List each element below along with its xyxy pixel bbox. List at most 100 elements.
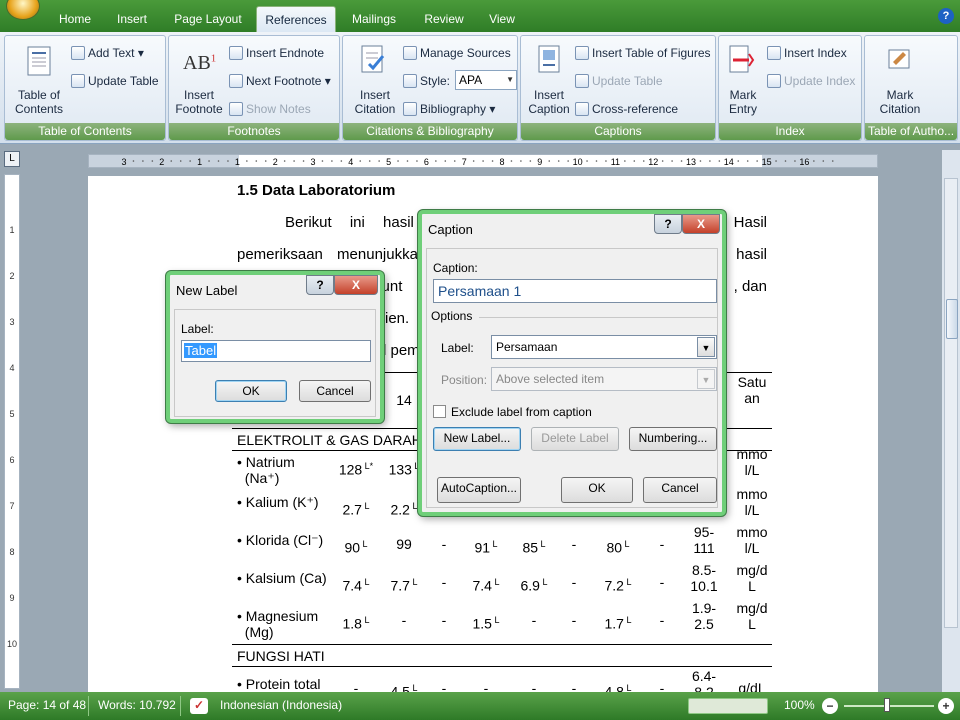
autocaption-button[interactable]: AutoCaption... — [437, 477, 521, 503]
proofing-icon[interactable]: ✓ — [190, 698, 208, 714]
group-title-citations: Citations & Bibliography — [343, 123, 517, 140]
new-label-input[interactable]: Tabel — [181, 340, 371, 362]
scroll-thumb[interactable] — [946, 299, 958, 339]
flag-marker: L — [539, 577, 548, 587]
row-value: 80 L — [606, 539, 630, 556]
ruler-tick — [709, 160, 711, 162]
new-label-help-button[interactable]: ? — [306, 275, 334, 295]
row-name: • Magnesium (Mg) — [237, 608, 319, 640]
new-label-ok-button[interactable]: OK — [215, 380, 287, 402]
horizontal-ruler[interactable]: 3 2 1 1 2 3 4 5 6 7 8 9 10 11 12 13 14 15 16 — [88, 154, 878, 168]
row-value: - — [571, 574, 577, 590]
insert-index-button[interactable]: Insert Index — [767, 46, 847, 60]
language-indicator[interactable]: Indonesian (Indonesia) — [220, 698, 342, 712]
mark-entry-button[interactable]: Mark Entry — [721, 88, 765, 116]
status-bar: Page: 14 of 48 Words: 10.792 ✓ Indonesia… — [0, 692, 960, 720]
help-icon[interactable]: ? — [938, 8, 954, 24]
word-count[interactable]: Words: 10.792 — [98, 698, 176, 712]
next-footnote-icon — [229, 74, 243, 88]
zoom-slider-thumb[interactable] — [884, 698, 890, 712]
label-select-value: Persamaan — [496, 340, 558, 354]
options-divider — [479, 317, 717, 318]
insert-endnote-icon — [229, 46, 243, 60]
update-index-button[interactable]: Update Index — [767, 74, 855, 88]
tab-selector[interactable]: L — [4, 151, 20, 167]
ruler-label: 9 — [537, 157, 542, 167]
flag-marker: L — [409, 501, 418, 511]
tab-view[interactable]: View — [480, 6, 524, 32]
new-label-cancel-button[interactable]: Cancel — [299, 380, 371, 402]
group-citations: Insert Citation Manage Sources Style: AP… — [342, 35, 518, 141]
tab-insert[interactable]: Insert — [106, 6, 158, 32]
numbering-button[interactable]: Numbering... — [629, 427, 717, 451]
cross-reference-label: Cross-reference — [592, 102, 679, 116]
table-of-contents-button[interactable]: Table of Contents — [7, 88, 71, 116]
ruler-label: 12 — [648, 157, 658, 167]
label-field-label: Label: — [441, 341, 474, 355]
zoom-out-icon[interactable]: − — [822, 698, 838, 714]
add-text-button[interactable]: Add Text ▾ — [71, 46, 144, 60]
row-value: - — [571, 536, 577, 552]
zoom-in-icon[interactable]: + — [938, 698, 954, 714]
vruler-label: 5 — [9, 409, 15, 419]
row-value: - — [659, 574, 665, 590]
insert-caption-button[interactable]: Insert Caption — [523, 88, 575, 116]
manage-sources-button[interactable]: Manage Sources — [403, 46, 511, 60]
update-table-button[interactable]: Update Table — [71, 74, 159, 88]
ruler-tick — [642, 160, 645, 162]
mark-citation-button[interactable]: Mark Citation — [867, 88, 933, 116]
tab-mailings[interactable]: Mailings — [344, 6, 404, 32]
caption-close-button[interactable]: X — [682, 214, 720, 234]
tab-review[interactable]: Review — [414, 6, 474, 32]
delete-label-button[interactable]: Delete Label — [531, 427, 619, 451]
office-button[interactable] — [6, 0, 40, 20]
table-of-contents-icon — [27, 46, 51, 76]
next-footnote-button[interactable]: Next Footnote ▾ — [229, 74, 331, 88]
insert-table-of-figures-button[interactable]: Insert Table of Figures — [575, 46, 711, 60]
style-select[interactable]: APA ▼ — [455, 70, 517, 90]
insert-citation-button[interactable]: Insert Citation — [345, 88, 405, 116]
group-footnotes: AB1 Insert Footnote Insert Endnote Next … — [168, 35, 340, 141]
vertical-scrollbar[interactable] — [944, 178, 958, 628]
row-value: - — [531, 612, 537, 628]
line3-c: , dan — [733, 278, 767, 295]
exclude-label-checkbox[interactable] — [433, 405, 446, 418]
ruler-tick — [416, 160, 418, 162]
cross-reference-button[interactable]: Cross-reference — [575, 102, 678, 116]
row-value: 7.7 L — [390, 577, 418, 594]
row-value: mmo l/L — [736, 486, 768, 518]
page-count[interactable]: Page: 14 of 48 — [8, 698, 86, 712]
new-label-close-button[interactable]: X — [334, 275, 378, 295]
insert-endnote-button[interactable]: Insert Endnote — [229, 46, 324, 60]
chevron-down-icon: ▼ — [697, 337, 715, 357]
bibliography-button[interactable]: Bibliography ▾ — [403, 102, 495, 116]
ruler-label: 1 — [197, 157, 202, 167]
flag-marker: L — [361, 577, 370, 587]
ruler-tick — [321, 160, 324, 162]
caption-cancel-button[interactable]: Cancel — [643, 477, 717, 503]
view-buttons[interactable] — [688, 698, 768, 714]
new-label-button[interactable]: New Label... — [433, 427, 521, 451]
ruler-tick — [746, 160, 749, 162]
bibliography-label: Bibliography — [420, 102, 487, 116]
ruler-tick — [179, 160, 182, 162]
caption-help-button[interactable]: ? — [654, 214, 682, 234]
insert-index-label: Insert Index — [784, 46, 847, 60]
show-notes-button[interactable]: Show Notes — [229, 102, 311, 116]
position-select[interactable]: Above selected item ▼ — [491, 367, 717, 391]
group-table-of-authorities: Mark Citation Table of Autho... — [864, 35, 958, 141]
tab-page-layout[interactable]: Page Layout — [166, 6, 250, 32]
insert-footnote-button[interactable]: Insert Footnote — [171, 88, 227, 116]
label-select[interactable]: Persamaan ▼ — [491, 335, 717, 359]
caption-input[interactable]: Persamaan 1 — [433, 279, 717, 303]
ruler-tick — [718, 160, 721, 162]
vertical-ruler[interactable]: 1 2 3 4 5 6 7 8 9 10 — [4, 174, 20, 689]
caption-ok-button[interactable]: OK — [561, 477, 633, 503]
row-name: • Kalsium (Ca) — [237, 570, 327, 586]
tab-home[interactable]: Home — [50, 6, 100, 32]
tab-references[interactable]: References — [256, 6, 336, 32]
update-table-figures-button[interactable]: Update Table — [575, 74, 663, 88]
zoom-level[interactable]: 100% — [784, 698, 815, 712]
style-value: APA — [459, 73, 483, 87]
vruler-label: 2 — [9, 271, 15, 281]
